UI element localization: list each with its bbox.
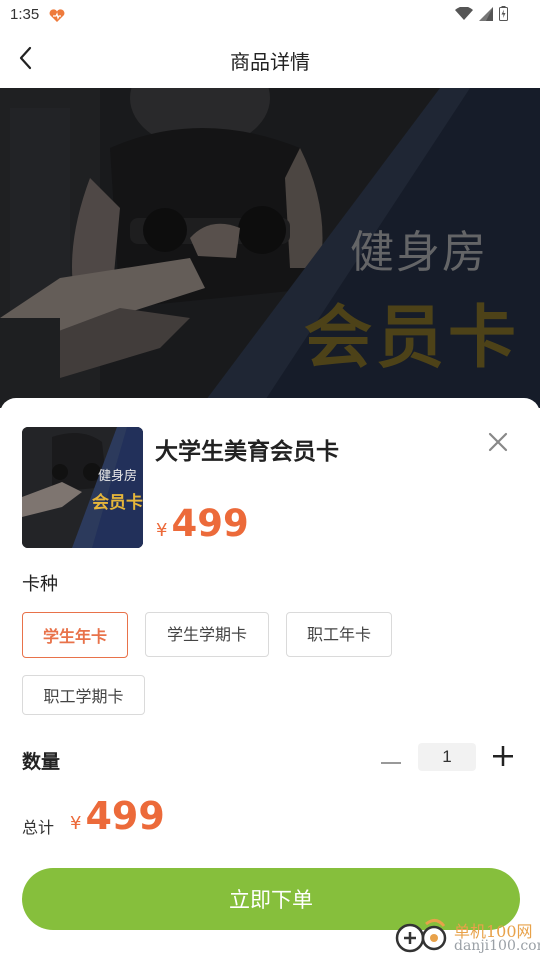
nav-bar: 商品详情: [0, 30, 540, 88]
watermark-text-en: danji100.com: [454, 938, 540, 954]
price-amount: 499: [171, 502, 249, 545]
option-staff-annual[interactable]: 职工年卡: [286, 612, 392, 657]
status-bar: 1:35: [0, 0, 540, 30]
thumbnail-text-line2: 会员卡: [92, 493, 143, 513]
price-currency: ¥: [156, 520, 168, 541]
signal-icon: [479, 6, 493, 25]
watermark-icon: [395, 919, 447, 953]
heart-logo-icon: [48, 8, 66, 27]
quantity-value[interactable]: 1: [418, 743, 476, 771]
status-time: 1:35: [10, 6, 40, 23]
battery-icon: [499, 6, 508, 25]
purchase-sheet: 健身房 会员卡 大学生美育会员卡 ¥ 499 卡种 学生年卡 学生学期卡 职工年…: [0, 398, 540, 960]
wifi-icon: [455, 6, 473, 25]
quantity-increase-button[interactable]: [491, 746, 515, 770]
card-type-label: 卡种: [22, 574, 58, 595]
status-icons: [455, 6, 508, 25]
total-amount: 499: [85, 794, 165, 838]
modal-overlay[interactable]: [0, 88, 540, 408]
close-icon: [488, 432, 508, 456]
option-student-semester[interactable]: 学生学期卡: [145, 612, 269, 657]
product-thumbnail: 健身房 会员卡: [22, 427, 143, 548]
option-staff-semester[interactable]: 职工学期卡: [22, 675, 145, 715]
option-student-annual[interactable]: 学生年卡: [22, 612, 128, 658]
total-label: 总计: [22, 818, 55, 837]
plus-icon: [493, 746, 513, 770]
total-price: ¥ 499: [70, 794, 165, 838]
minus-icon: [381, 750, 401, 769]
product-price: ¥ 499: [156, 502, 249, 545]
quantity-label: 数量: [22, 751, 61, 773]
total-currency: ¥: [70, 813, 82, 834]
product-name: 大学生美育会员卡: [155, 439, 339, 465]
thumbnail-text-line1: 健身房: [98, 469, 138, 484]
close-button[interactable]: [482, 428, 514, 460]
watermark-logo: 单机100网 danji100.com: [392, 916, 540, 960]
quantity-decrease-button[interactable]: [380, 748, 402, 770]
page-title: 商品详情: [230, 50, 310, 74]
